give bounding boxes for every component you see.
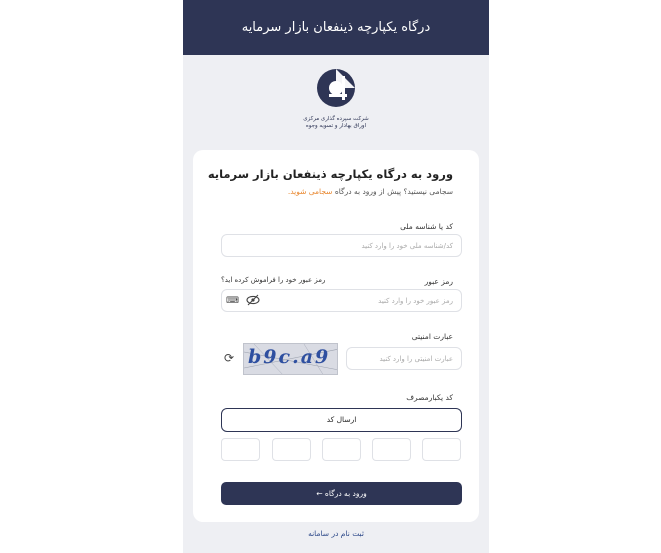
eye-off-icon[interactable] [246,294,260,310]
captcha-label: عبارت امنیتی [411,332,453,341]
captcha-text: b9c.a9 [248,346,331,368]
app-screen: درگاه یکپارچه ذینفعان بازار سرمایه شرکت … [183,0,489,553]
captcha-image: b9c.a9 [243,343,338,375]
national-id-input[interactable]: کد/شناسه ملی خود را وارد کنید [221,234,462,257]
send-code-button[interactable]: ارسال کد [221,408,462,432]
logo-caption: شرکت سپرده گذاری مرکزی اوراق بهادار و تس… [296,116,376,130]
otp-digit-input[interactable] [422,438,461,461]
sejam-signup-link[interactable]: سجامی شوید. [288,187,333,196]
card-subtitle: سجامی نیستید؟ پیش از ورود به درگاه سجامی… [288,187,453,196]
header-title: درگاه یکپارچه ذینفعان بازار سرمایه [241,20,431,35]
otp-digit-input[interactable] [221,438,260,461]
logo: شرکت سپرده گذاری مرکزی اوراق بهادار و تس… [296,66,376,136]
card-title: ورود به درگاه یکپارچه ذینفعان بازار سرما… [207,167,453,181]
register-link[interactable]: ثبت نام در سامانه [183,529,489,538]
refresh-icon[interactable]: ⟳ [224,352,234,364]
password-label: رمز عبور [424,277,453,286]
otp-label: کد یکبارمصرف [406,393,453,402]
forgot-password-link[interactable]: رمز عبور خود را فراموش کرده اید؟ [221,276,325,284]
login-submit-button[interactable]: ورود به درگاه ← [221,482,462,505]
logo-text-line1: شرکت سپرده گذاری مرکزی [303,116,369,122]
otp-digit-input[interactable] [322,438,361,461]
otp-digit-input[interactable] [372,438,411,461]
logo-icon [317,69,355,107]
app-header: درگاه یکپارچه ذینفعان بازار سرمایه [183,0,489,55]
subtitle-text: سجامی نیستید؟ پیش از ورود به درگاه [334,187,453,196]
logo-text-line2: اوراق بهادار و تسویه وجوه [305,123,367,129]
captcha-input[interactable]: عبارت امنیتی را وارد کنید [346,347,462,370]
national-id-label: کد یا شناسه ملی [400,222,453,231]
login-card: ورود به درگاه یکپارچه ذینفعان بازار سرما… [193,150,479,522]
keyboard-icon[interactable]: ⌨ [226,295,239,307]
otp-digit-input[interactable] [272,438,311,461]
